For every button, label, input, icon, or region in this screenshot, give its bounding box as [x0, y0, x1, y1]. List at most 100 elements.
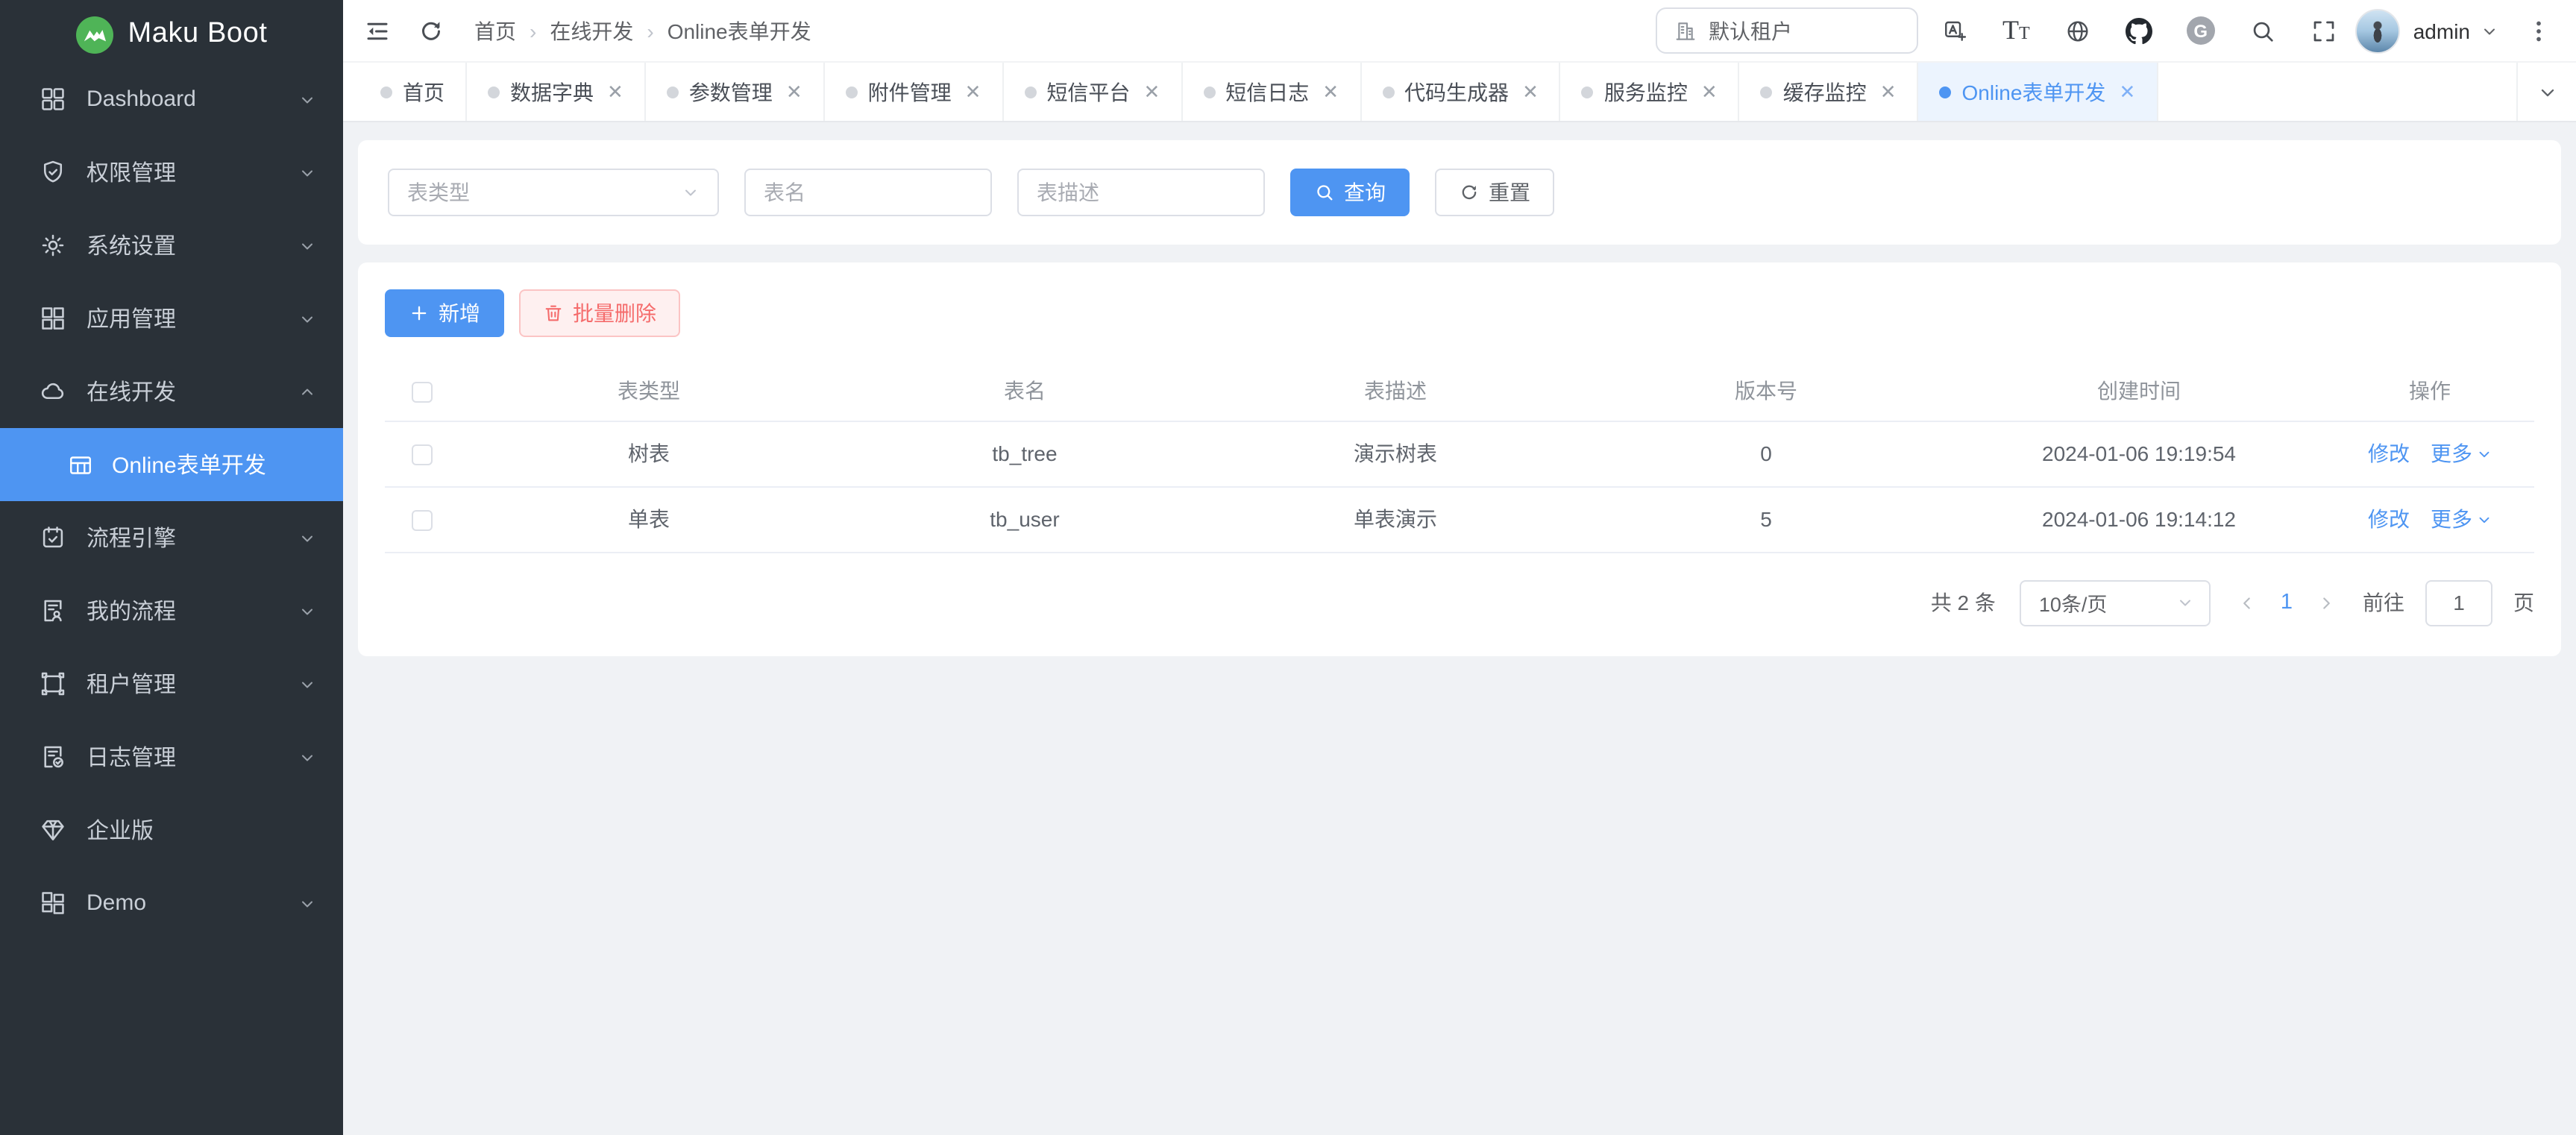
sidebar-item-label: 权限管理 [87, 157, 176, 188]
page-number-current[interactable]: 1 [2281, 591, 2293, 614]
close-icon[interactable]: ✕ [965, 82, 981, 101]
breadcrumb-online-dev[interactable]: 在线开发 [550, 16, 633, 45]
breadcrumb-home[interactable]: 首页 [474, 16, 516, 45]
sidebar-item-online-dev[interactable]: 在线开发 [0, 355, 343, 428]
table-type-select[interactable]: 表类型 [388, 169, 719, 216]
app-logo[interactable]: Maku Boot [0, 0, 343, 60]
search-button-main[interactable]: 查询 [1290, 169, 1410, 216]
reset-button[interactable]: 重置 [1435, 169, 1554, 216]
fullscreen-button[interactable] [2310, 17, 2337, 44]
close-icon[interactable]: ✕ [1701, 82, 1718, 101]
sidebar-item-label: 日志管理 [87, 741, 176, 773]
sidebar-item-system-settings[interactable]: 系统设置 [0, 209, 343, 282]
tab-service-monitor[interactable]: 服务监控 ✕ [1561, 63, 1740, 121]
user-menu[interactable]: admin [2413, 19, 2498, 43]
tab-data-dict[interactable]: 数据字典 ✕ [467, 63, 646, 121]
chevron-down-icon [682, 183, 700, 201]
row-checkbox[interactable] [412, 444, 433, 465]
close-icon[interactable]: ✕ [1522, 82, 1539, 101]
select-all-checkbox[interactable] [412, 382, 433, 403]
close-icon[interactable]: ✕ [1322, 82, 1339, 101]
chevron-down-icon [2481, 22, 2498, 40]
settings-kebab-button[interactable] [2525, 17, 2552, 44]
row-checkbox[interactable] [412, 510, 433, 531]
sidebar-item-label: 企业版 [87, 814, 154, 846]
close-icon[interactable]: ✕ [2119, 82, 2135, 101]
sidebar-item-my-workflow[interactable]: 我的流程 [0, 574, 343, 647]
language-button[interactable] [2064, 17, 2091, 44]
page-size-select[interactable]: 10条/页 [2020, 579, 2211, 626]
sidebar-item-app-management[interactable]: 应用管理 [0, 282, 343, 355]
diamond-icon [39, 816, 67, 844]
sidebar-item-permissions[interactable]: 权限管理 [0, 136, 343, 209]
chevron-down-icon [298, 602, 316, 620]
chevron-down-icon [298, 90, 316, 108]
tab-code-generator[interactable]: 代码生成器 ✕ [1361, 63, 1561, 121]
table-toolbar: 新增 批量删除 [385, 289, 2534, 337]
page-size-value: 10条/页 [2039, 588, 2108, 617]
more-link[interactable]: 更多 [2431, 504, 2492, 534]
tabbar: 首页 数据字典 ✕ 参数管理 ✕ 附件管理 ✕ 短信平台 ✕ [343, 63, 2576, 122]
chevron-down-icon [298, 894, 316, 912]
goto-page-input[interactable] [2425, 579, 2492, 626]
close-icon[interactable]: ✕ [1143, 82, 1160, 101]
font-size-button[interactable]: TT [2002, 16, 2030, 45]
sidebar-item-dashboard[interactable]: Dashboard [0, 63, 343, 136]
tab-dot [1761, 86, 1773, 98]
sidebar-fold-button[interactable] [364, 17, 391, 44]
cell-name: tb_tree [838, 421, 1211, 486]
sidebar-item-tenant-management[interactable]: 租户管理 [0, 647, 343, 720]
sidebar-item-enterprise[interactable]: 企业版 [0, 793, 343, 867]
pager: 1 [2237, 591, 2336, 614]
page-content: 表类型 查询 重置 新增 [343, 122, 2576, 1135]
table-panel: 新增 批量删除 表类型 表名 [358, 262, 2561, 655]
tab-sms-platform[interactable]: 短信平台 ✕ [1003, 63, 1182, 121]
github-link[interactable] [2126, 17, 2152, 44]
tab-dot [488, 86, 500, 98]
table-desc-input[interactable] [1017, 169, 1265, 216]
breadcrumb-separator: › [647, 19, 653, 43]
sidebar-item-log-management[interactable]: 日志管理 [0, 720, 343, 793]
prev-page-button[interactable] [2237, 593, 2257, 612]
page-unit-label: 页 [2513, 588, 2534, 617]
sidebar-subitem-online-form-dev[interactable]: Online表单开发 [0, 428, 343, 501]
close-icon[interactable]: ✕ [607, 82, 623, 101]
translate-button[interactable] [1941, 17, 1968, 44]
pagination-total: 共 2 条 [1931, 588, 1996, 617]
more-link[interactable]: 更多 [2431, 438, 2492, 468]
tab-home[interactable]: 首页 [359, 63, 467, 121]
sidebar-item-workflow-engine[interactable]: 流程引擎 [0, 501, 343, 574]
tenant-select[interactable]: 默认租户 [1655, 7, 1917, 54]
search-button[interactable] [2249, 17, 2276, 44]
refresh-button[interactable] [418, 17, 444, 44]
cell-created: 2024-01-06 19:19:54 [1953, 421, 2325, 486]
chevron-up-icon [298, 383, 316, 400]
pagination: 共 2 条 10条/页 1 前往 页 [385, 579, 2534, 626]
tab-label: 服务监控 [1604, 77, 1688, 107]
sidebar-item-demo[interactable]: Demo [0, 867, 343, 940]
edit-link[interactable]: 修改 [2368, 504, 2410, 534]
tab-cache-monitor[interactable]: 缓存监控 ✕ [1740, 63, 1919, 121]
tab-dropdown-button[interactable] [2516, 63, 2576, 121]
tab-sms-log[interactable]: 短信日志 ✕ [1182, 63, 1361, 121]
workflow-calendar-icon [39, 524, 67, 552]
gitee-link[interactable]: G [2187, 16, 2215, 45]
tab-label: 参数管理 [689, 77, 773, 107]
avatar[interactable] [2355, 8, 2400, 53]
search-icon [1314, 182, 1335, 203]
edit-link[interactable]: 修改 [2368, 438, 2410, 468]
chevron-down-icon [298, 748, 316, 766]
close-icon[interactable]: ✕ [1880, 82, 1897, 101]
close-icon[interactable]: ✕ [786, 82, 802, 101]
column-header-actions: 操作 [2325, 361, 2534, 421]
add-button[interactable]: 新增 [385, 289, 504, 337]
menu-fold-icon [364, 17, 391, 44]
table-name-input[interactable] [744, 169, 992, 216]
cell-type: 单表 [459, 486, 838, 552]
tab-online-form-dev[interactable]: Online表单开发 ✕ [1919, 63, 2158, 121]
filter-panel: 表类型 查询 重置 [358, 140, 2561, 245]
tab-param-mgmt[interactable]: 参数管理 ✕ [646, 63, 825, 121]
tab-attachment-mgmt[interactable]: 附件管理 ✕ [825, 63, 1004, 121]
next-page-button[interactable] [2316, 593, 2336, 612]
batch-delete-button[interactable]: 批量删除 [519, 289, 680, 337]
